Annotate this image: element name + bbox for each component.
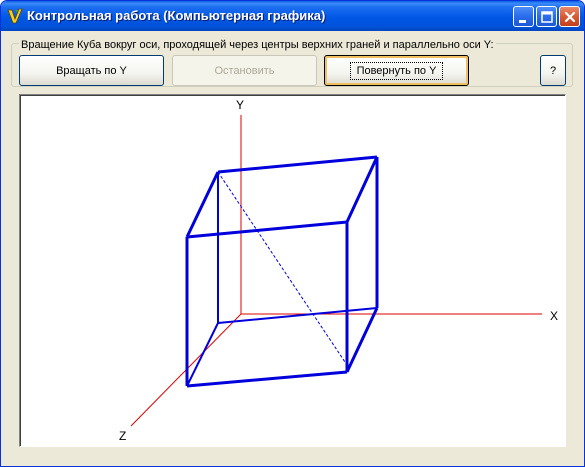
- minimize-button[interactable]: [513, 6, 534, 27]
- minimize-icon: [519, 20, 526, 23]
- cube-edge: [186, 220, 348, 239]
- x-axis-label: X: [550, 309, 558, 323]
- rotate-y-button[interactable]: Вращать по Y: [19, 55, 164, 86]
- cube: [185, 155, 379, 388]
- help-button[interactable]: ?: [540, 55, 566, 86]
- cube-edge: [345, 156, 379, 223]
- close-button[interactable]: [559, 6, 580, 27]
- cube-diagonal: [217, 171, 348, 366]
- maximize-icon: [541, 11, 553, 23]
- cube-edge: [217, 307, 378, 324]
- close-icon: [564, 11, 576, 23]
- stop-button[interactable]: Остановить: [172, 55, 317, 86]
- scene-svg: Y X Z: [119, 98, 558, 443]
- cube-edge: [186, 322, 219, 387]
- cube-edge: [185, 171, 220, 238]
- drawing-viewport: Y X Z: [19, 94, 566, 447]
- maximize-button[interactable]: [536, 6, 557, 27]
- help-button-label: ?: [549, 64, 557, 77]
- turn-y-button-label: Повернуть по Y: [349, 61, 444, 80]
- app-window: Контрольная работа (Компьютерная графика…: [0, 0, 585, 467]
- cube-edge: [345, 307, 379, 373]
- window-title: Контрольная работа (Компьютерная графика…: [27, 8, 326, 23]
- cube-edge: [186, 370, 348, 388]
- turn-y-button[interactable]: Повернуть по Y: [324, 55, 469, 86]
- rotate-y-button-label: Вращать по Y: [56, 64, 127, 77]
- app-icon: [6, 7, 24, 25]
- z-axis-label: Z: [119, 429, 126, 443]
- y-axis-label: Y: [236, 98, 244, 112]
- stop-button-label: Остановить: [214, 64, 275, 77]
- cube-edge: [217, 155, 378, 174]
- groupbox-label: Вращение Куба вокруг оси, проходящей чер…: [19, 39, 496, 51]
- title-bar[interactable]: Контрольная работа (Компьютерная графика…: [1, 1, 584, 31]
